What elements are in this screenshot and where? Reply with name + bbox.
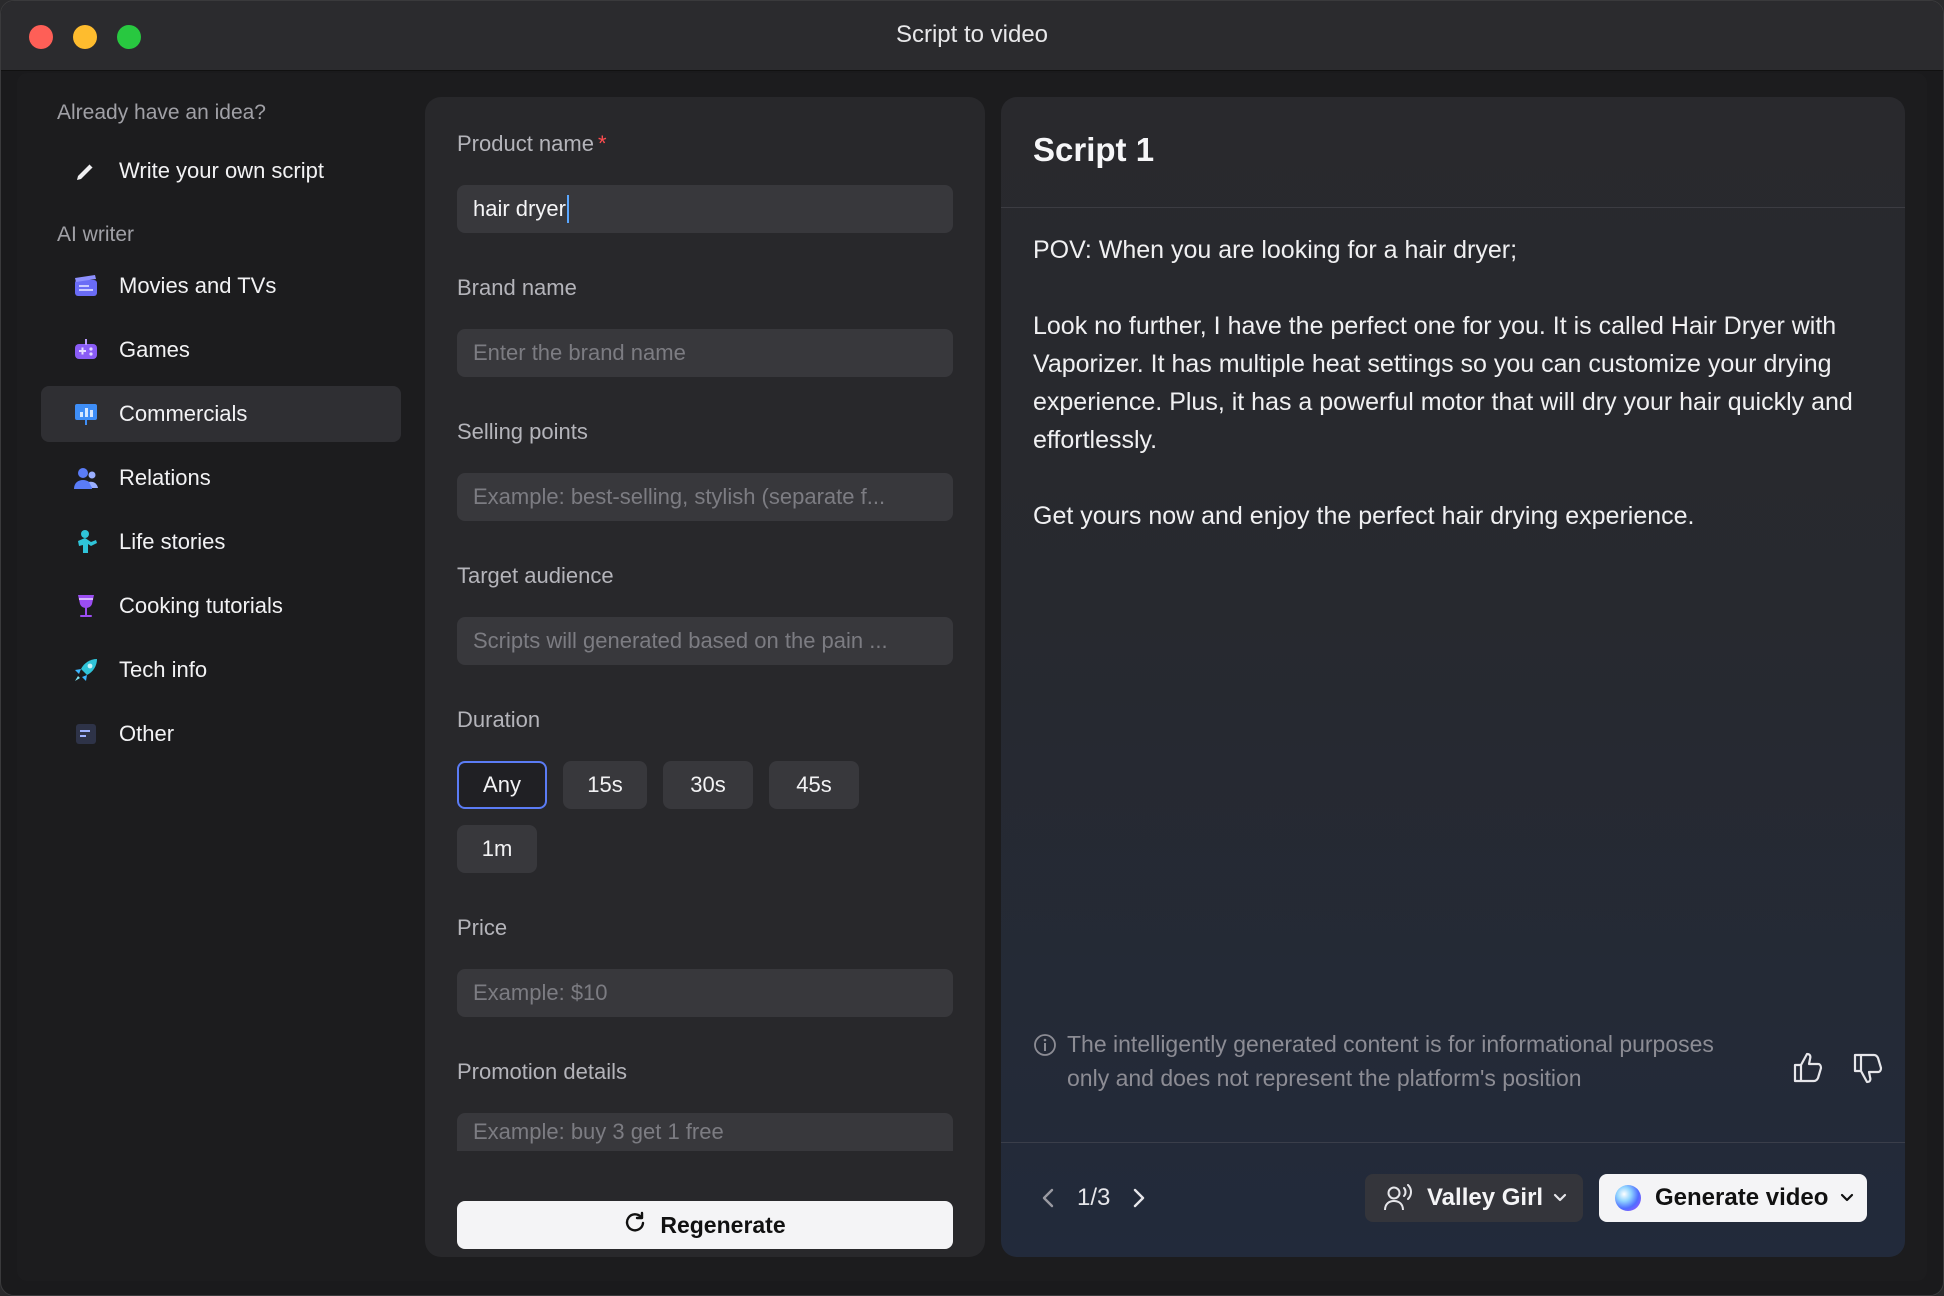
sidebar-item-relations[interactable]: Relations xyxy=(41,450,401,506)
sidebar-item-label: Movies and TVs xyxy=(119,273,277,298)
sidebar-item-label: Life stories xyxy=(119,529,226,554)
voice-person-icon xyxy=(1383,1184,1413,1212)
duration-option-15s[interactable]: 15s xyxy=(563,761,647,809)
script-paragraph: Get yours now and enjoy the perfect hair… xyxy=(1033,502,1695,530)
gamepad-icon xyxy=(73,337,99,363)
duration-option-1m[interactable]: 1m xyxy=(457,825,537,873)
selling-points-input[interactable]: Example: best-selling, stylish (separate… xyxy=(457,473,953,521)
sidebar-item-label: Other xyxy=(119,721,175,746)
product-name-label: Product name * xyxy=(457,131,607,156)
sidebar-item-label: Commercials xyxy=(119,401,248,426)
voice-select[interactable]: Valley Girl xyxy=(1365,1174,1583,1222)
previous-script-button[interactable] xyxy=(1033,1183,1063,1213)
write-own-script-button[interactable]: Write your own script xyxy=(41,143,401,199)
regenerate-button[interactable]: Regenerate xyxy=(457,1201,953,1249)
sidebar-item-other[interactable]: Other xyxy=(41,706,401,762)
duration-option-30s[interactable]: 30s xyxy=(663,761,753,809)
voice-label: Valley Girl xyxy=(1427,1184,1544,1211)
presentation-chart-icon xyxy=(73,401,99,427)
sidebar-item-label: Cooking tutorials xyxy=(119,593,283,618)
script-pager: 1/3 xyxy=(1033,1183,1154,1213)
write-own-script-label: Write your own script xyxy=(119,158,324,183)
chevron-down-icon xyxy=(1553,1193,1567,1203)
script-title: Script 1 xyxy=(1033,131,1155,168)
info-icon xyxy=(1033,1033,1057,1095)
duration-option-45s[interactable]: 45s xyxy=(769,761,859,809)
target-audience-label: Target audience xyxy=(457,563,614,588)
required-mark: * xyxy=(597,131,607,156)
page-indicator: 1/3 xyxy=(1077,1184,1111,1211)
window-title: Script to video xyxy=(895,21,1049,48)
brand-name-label: Brand name xyxy=(457,275,577,300)
sidebar-item-cooking-tutorials[interactable]: Cooking tutorials xyxy=(41,578,401,634)
pencil-icon xyxy=(73,158,99,184)
script-text: POV: When you are looking for a hair dry… xyxy=(1033,231,1873,573)
document-lines-icon xyxy=(73,721,99,747)
promotion-details-input[interactable]: Example: buy 3 get 1 free xyxy=(457,1113,953,1151)
ai-orb-icon xyxy=(1615,1185,1641,1211)
script-form-panel: Product name * hair dryer Brand name Ente… xyxy=(425,97,985,1257)
sidebar-item-movies-and-tvs[interactable]: Movies and TVs xyxy=(41,258,401,314)
people-icon xyxy=(73,465,99,491)
main-area: Already have an idea? Write your own scr… xyxy=(17,73,1927,1281)
product-name-input[interactable]: hair dryer xyxy=(457,185,953,233)
sidebar: Already have an idea? Write your own scr… xyxy=(17,73,417,1281)
generate-video-label: Generate video xyxy=(1655,1184,1829,1211)
duration-option-any[interactable]: Any xyxy=(457,761,547,809)
promotion-details-label: Promotion details xyxy=(457,1059,627,1084)
sidebar-item-label: Games xyxy=(119,337,190,362)
target-audience-input[interactable]: Scripts will generated based on the pain… xyxy=(457,617,953,665)
price-input[interactable]: Example: $10 xyxy=(457,969,953,1017)
script-paragraph: Look no further, I have the perfect one … xyxy=(1033,312,1853,454)
thumbs-up-icon[interactable] xyxy=(1791,1051,1825,1085)
duration-label: Duration xyxy=(457,707,541,732)
rocket-icon xyxy=(73,657,99,683)
sidebar-item-label: Tech info xyxy=(119,657,208,682)
disclaimer: The intelligently generated content is f… xyxy=(1033,1027,1753,1095)
generate-video-button[interactable]: Generate video xyxy=(1599,1174,1867,1222)
sidebar-item-games[interactable]: Games xyxy=(41,322,401,378)
divider xyxy=(1001,207,1905,208)
app-window: Script to video Already have an idea? Wr… xyxy=(0,0,1944,1296)
selling-points-label: Selling points xyxy=(457,419,588,444)
text-caret xyxy=(566,195,569,223)
idea-section-label: Already have an idea? xyxy=(57,101,266,124)
clapperboard-icon xyxy=(73,273,99,299)
sidebar-item-label: Relations xyxy=(119,465,211,490)
sidebar-item-tech-info[interactable]: Tech info xyxy=(41,642,401,698)
thumbs-down-icon[interactable] xyxy=(1851,1051,1885,1085)
refresh-icon xyxy=(624,1211,646,1239)
wine-glass-icon xyxy=(73,593,99,619)
person-life-icon xyxy=(73,529,99,555)
price-label: Price xyxy=(457,915,508,940)
sidebar-item-life-stories[interactable]: Life stories xyxy=(41,514,401,570)
script-paragraph: POV: When you are looking for a hair dry… xyxy=(1033,236,1518,264)
divider xyxy=(1001,1142,1905,1143)
disclaimer-text: The intelligently generated content is f… xyxy=(1067,1031,1714,1091)
brand-name-input[interactable]: Enter the brand name xyxy=(457,329,953,377)
regenerate-label: Regenerate xyxy=(660,1211,786,1238)
next-script-button[interactable] xyxy=(1124,1183,1154,1213)
ai-writer-section-label: AI writer xyxy=(57,223,135,246)
titlebar: Script to video xyxy=(1,1,1943,71)
sidebar-item-commercials[interactable]: Commercials xyxy=(41,386,401,442)
chevron-down-icon xyxy=(1840,1193,1854,1203)
script-preview-panel: Script 1 POV: When you are looking for a… xyxy=(1001,97,1905,1257)
